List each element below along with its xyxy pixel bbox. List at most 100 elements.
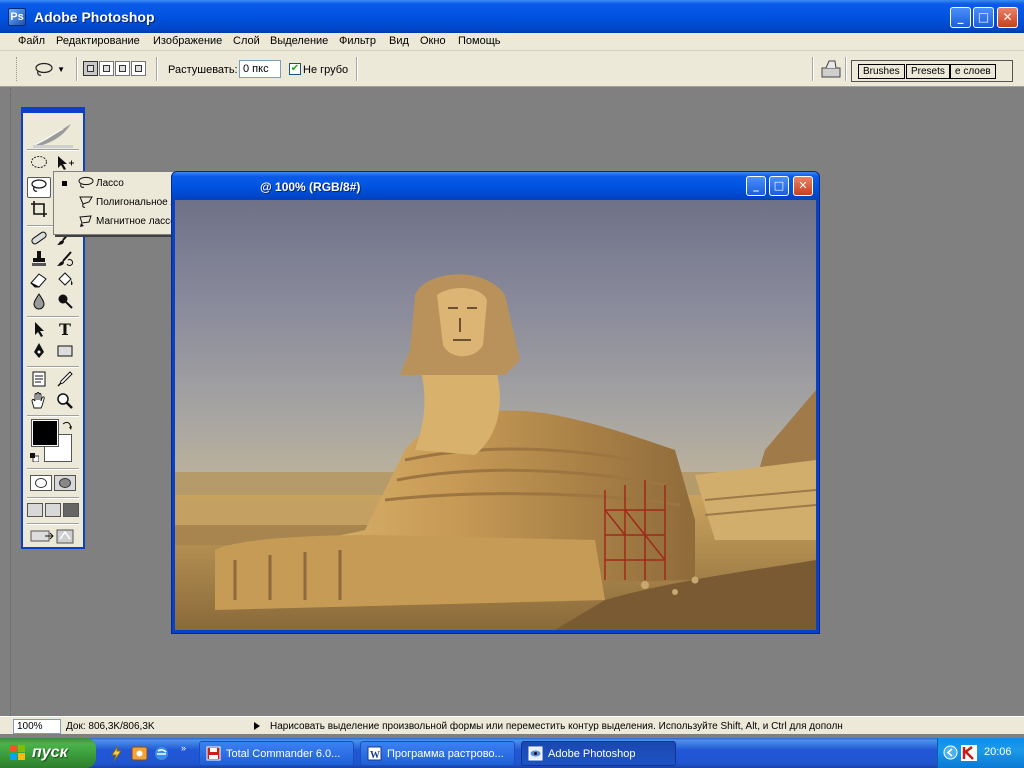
- dodge-icon: [58, 294, 73, 309]
- options-bar-grip[interactable]: [16, 57, 19, 81]
- stamp-icon: [32, 251, 46, 266]
- lasso-icon: [31, 179, 47, 192]
- internet-explorer-icon[interactable]: [153, 745, 170, 762]
- windows-logo-icon: [10, 745, 25, 760]
- menu-file[interactable]: Файл: [18, 35, 45, 47]
- menu-view[interactable]: Вид: [389, 35, 409, 47]
- options-separator: [156, 57, 158, 81]
- paint-bucket-icon: [58, 272, 73, 286]
- quick-mask-mode-button[interactable]: [54, 475, 76, 491]
- notes-tool[interactable]: [27, 370, 51, 391]
- document-minimize-button[interactable]: _: [746, 176, 766, 196]
- zoom-tool[interactable]: [53, 392, 77, 413]
- intersect-selection-button[interactable]: [131, 61, 146, 76]
- eraser-tool[interactable]: [27, 271, 51, 292]
- eyedropper-icon: [57, 371, 73, 387]
- type-tool[interactable]: T: [53, 320, 77, 341]
- toolbox-separator: [27, 523, 79, 525]
- menu-help[interactable]: Помощь: [458, 35, 501, 47]
- menu-select[interactable]: Выделение: [270, 35, 328, 47]
- subtract-from-selection-button[interactable]: [115, 61, 130, 76]
- note-icon: [32, 371, 46, 387]
- default-colors-icon[interactable]: [30, 453, 39, 462]
- toolbox-separator: [27, 415, 79, 417]
- start-label: пуск: [32, 744, 68, 761]
- marquee-tool[interactable]: [27, 154, 51, 175]
- menu-window[interactable]: Окно: [420, 35, 446, 47]
- clone-stamp-tool[interactable]: [27, 250, 51, 271]
- full-screen-mode-button[interactable]: [63, 503, 79, 517]
- healing-brush-tool[interactable]: [27, 229, 51, 250]
- image-canvas[interactable]: [175, 200, 816, 630]
- zoom-level-field[interactable]: 100%: [13, 719, 61, 734]
- add-to-selection-button[interactable]: [99, 61, 114, 76]
- palette-tab-brushes[interactable]: Brushes: [858, 64, 905, 79]
- start-button[interactable]: пуск: [0, 738, 96, 768]
- quicklaunch-media-icon[interactable]: [131, 745, 148, 762]
- task-label: Adobe Photoshop: [548, 748, 636, 760]
- photoshop-feather-icon[interactable]: [33, 121, 73, 149]
- status-menu-arrow-icon[interactable]: [254, 722, 260, 730]
- foreground-color-swatch[interactable]: [31, 419, 59, 447]
- palette-tab-presets[interactable]: Presets: [906, 64, 950, 79]
- quicklaunch-expand-icon[interactable]: »: [181, 743, 186, 753]
- document-size-info: Док: 806,3K/806,3K: [66, 721, 155, 732]
- menu-image[interactable]: Изображение: [153, 35, 222, 47]
- pen-icon: [34, 343, 44, 358]
- history-brush-tool[interactable]: [53, 250, 77, 271]
- antialias-checkbox[interactable]: ✔: [289, 63, 301, 75]
- standard-screen-mode-button[interactable]: [27, 503, 43, 517]
- sphinx-photo: [175, 274, 816, 630]
- arrow-cursor-icon: [35, 322, 44, 337]
- show-hidden-icons-icon[interactable]: [943, 745, 958, 760]
- menu-edit[interactable]: Редактирование: [56, 35, 140, 47]
- lasso-icon: [78, 176, 94, 188]
- dodge-tool[interactable]: [53, 292, 77, 313]
- lasso-tool[interactable]: [27, 177, 51, 198]
- maximize-button[interactable]: □: [973, 7, 994, 28]
- hand-icon: [31, 392, 45, 409]
- tool-preset-picker[interactable]: ▼: [28, 58, 70, 80]
- taskbar-clock: 20:06: [984, 746, 1012, 758]
- jump-to-imageready-icon[interactable]: [29, 527, 77, 545]
- chevron-down-icon: ▼: [57, 65, 65, 74]
- document-maximize-button[interactable]: □: [769, 176, 789, 196]
- selected-bullet-icon: [62, 181, 67, 186]
- file-browser-icon[interactable]: [820, 59, 842, 79]
- paint-bucket-tool[interactable]: [53, 271, 77, 292]
- hand-tool[interactable]: [27, 392, 51, 413]
- pen-tool[interactable]: [27, 342, 51, 363]
- workspace-edge: [10, 88, 12, 716]
- swap-colors-icon[interactable]: [61, 420, 73, 432]
- minimize-button[interactable]: _: [950, 7, 971, 28]
- quicklaunch-lightning-icon[interactable]: [108, 745, 125, 762]
- path-selection-tool[interactable]: [27, 320, 51, 341]
- kaspersky-antivirus-icon[interactable]: [961, 745, 977, 761]
- flyout-item-label: Магнитное лассо: [96, 216, 176, 227]
- lasso-icon: [35, 62, 53, 76]
- menu-filter[interactable]: Фильтр: [339, 35, 376, 47]
- task-word-document[interactable]: W Программа растрово...: [360, 741, 515, 766]
- close-button[interactable]: ✕: [997, 7, 1018, 28]
- app-title: Adobe Photoshop: [34, 9, 155, 25]
- standard-mode-button[interactable]: [30, 475, 52, 491]
- shape-tool[interactable]: [53, 342, 77, 363]
- feather-input[interactable]: [239, 60, 281, 78]
- blur-tool[interactable]: [27, 292, 51, 313]
- crop-tool[interactable]: [27, 200, 51, 221]
- document-title-bar[interactable]: @ 100% (RGB/8#) _ □ ✕: [172, 172, 819, 200]
- palette-tab-layer-comps[interactable]: е слоев: [950, 64, 996, 79]
- toolbox-separator: [27, 366, 79, 368]
- document-close-button[interactable]: ✕: [793, 176, 813, 196]
- task-adobe-photoshop[interactable]: Adobe Photoshop: [521, 741, 676, 766]
- task-label: Программа растрово...: [387, 748, 504, 760]
- app-title-bar[interactable]: Ps Adobe Photoshop _ □ ✕: [0, 0, 1024, 33]
- menu-bar: Файл Редактирование Изображение Слой Выд…: [0, 33, 1024, 51]
- new-selection-button[interactable]: [83, 61, 98, 76]
- full-screen-menu-mode-button[interactable]: [45, 503, 61, 517]
- menu-layer[interactable]: Слой: [233, 35, 260, 47]
- eyedropper-tool[interactable]: [53, 370, 77, 391]
- options-separator: [845, 57, 847, 81]
- task-total-commander[interactable]: Total Commander 6.0...: [199, 741, 354, 766]
- photoshop-app-icon[interactable]: Ps: [8, 8, 26, 26]
